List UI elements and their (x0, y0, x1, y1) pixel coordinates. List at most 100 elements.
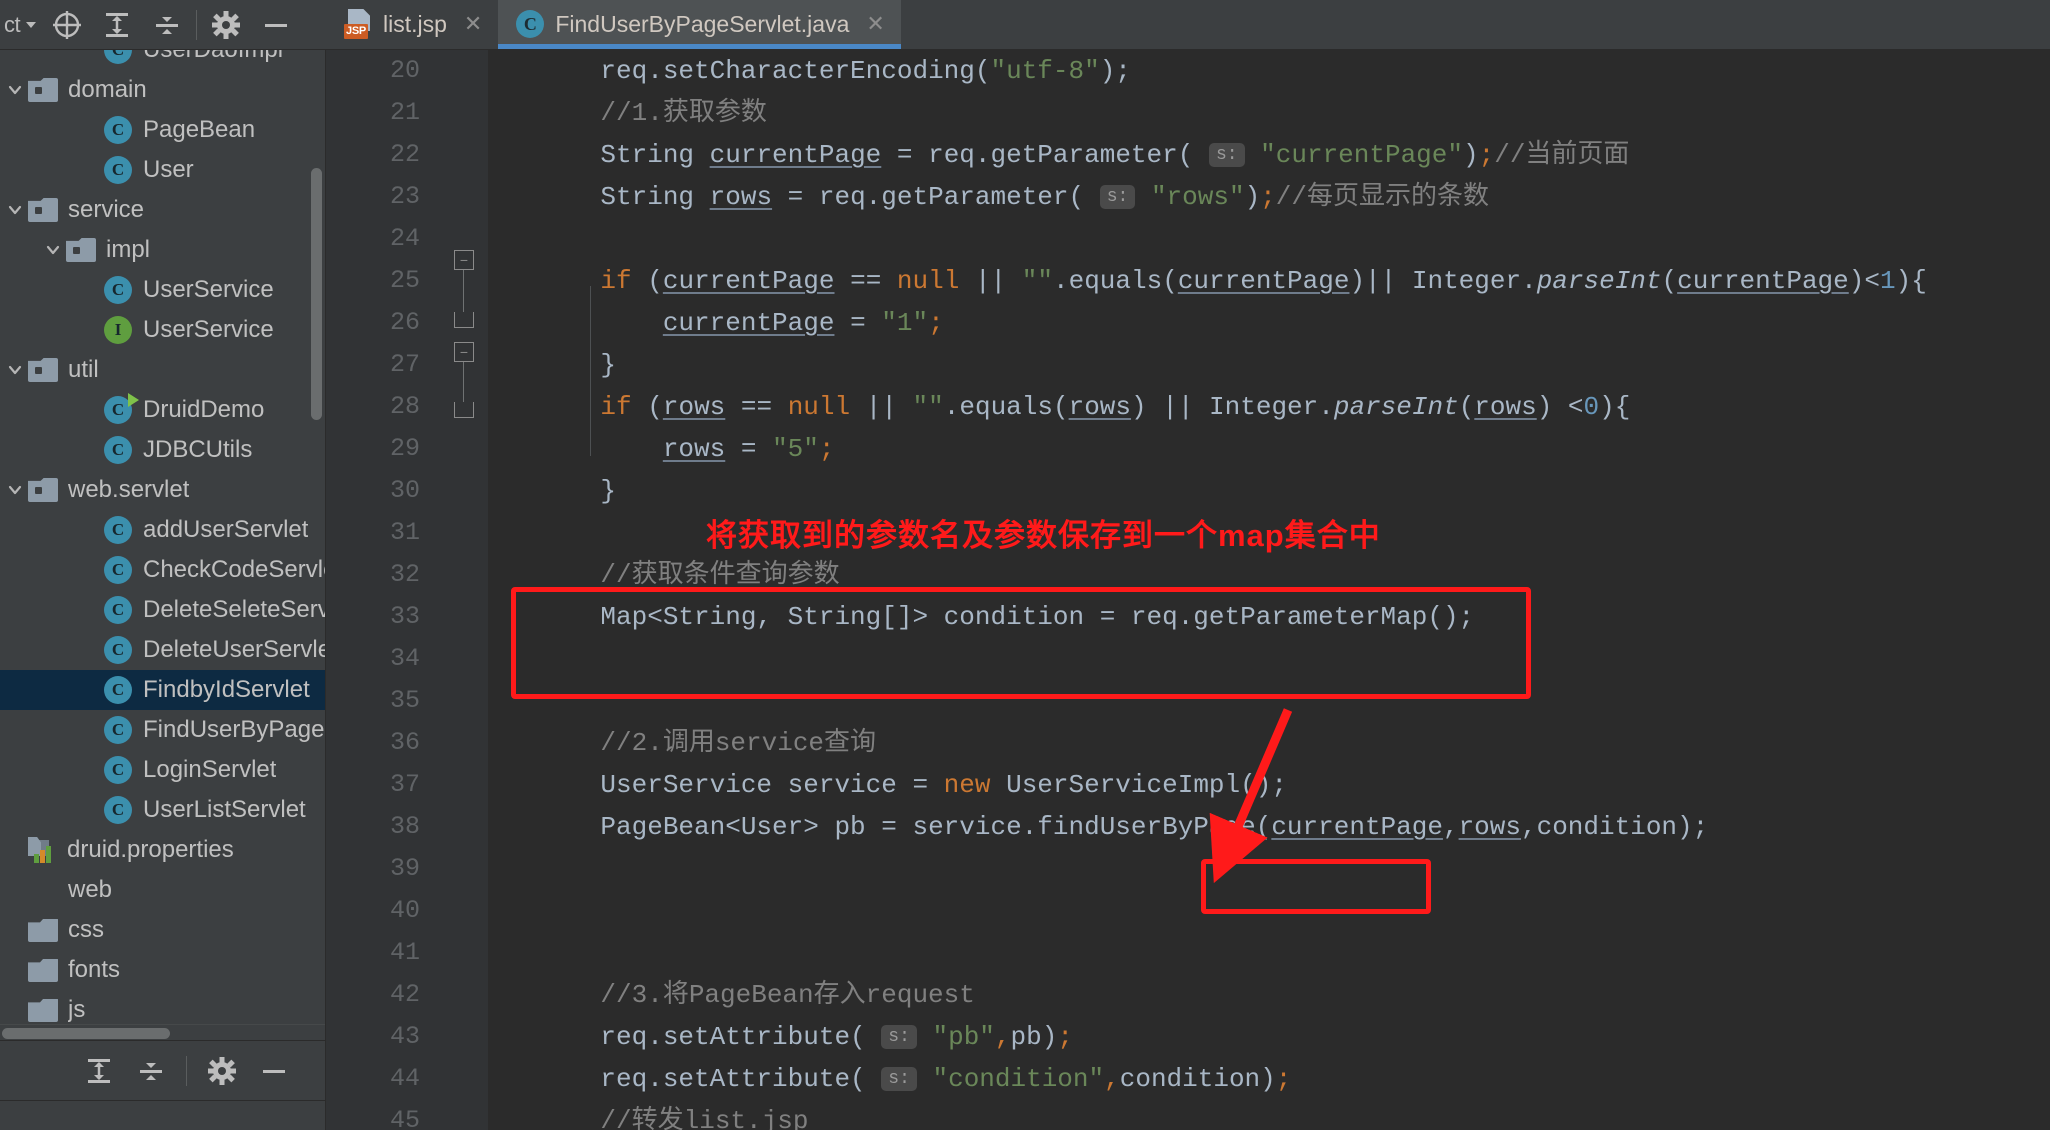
editor-tab-bar: JSP list.jsp ✕ C FindUserByPageServlet.j… (326, 0, 2050, 50)
tree-item-userservice[interactable]: I UserService (0, 310, 325, 350)
tree-item-druiddemo[interactable]: C DruidDemo (0, 390, 325, 430)
tree-item-adduserservlet[interactable]: CaddUserServlet (0, 510, 325, 550)
fold-marker[interactable] (454, 312, 474, 328)
line-number: 22 (389, 140, 420, 169)
code-line[interactable]: } (488, 344, 2050, 386)
line-number: 20 (389, 56, 420, 85)
minimize-icon[interactable] (251, 2, 301, 48)
tree-item-label: domain (68, 76, 147, 103)
folder-icon (28, 918, 58, 942)
tab-label: FindUserByPageServlet.java (555, 10, 850, 37)
code-line[interactable]: req.setAttribute( s: "condition",conditi… (488, 1058, 2050, 1100)
tree-item-checkcodeservlet[interactable]: C CheckCodeServlet (0, 550, 325, 590)
gear-icon[interactable] (197, 1048, 247, 1094)
gear-icon[interactable] (201, 2, 251, 48)
tree-item-util[interactable]: util (0, 350, 325, 390)
line-number: 27 (389, 350, 420, 379)
project-scope-label[interactable]: ct (2, 12, 21, 38)
java-class-icon: C (104, 756, 132, 784)
tree-item-userdaoimpl[interactable]: C UserDaoImpl (0, 50, 325, 70)
code-line[interactable]: } (488, 470, 2050, 512)
tree-item-label: FindUserByPageServlet (143, 716, 325, 743)
java-class-icon: C (104, 636, 132, 664)
chevron-down-icon[interactable] (2, 481, 28, 499)
ide-window: ct JSP list.jsp ✕ C FindUserByPageServle… (0, 0, 2050, 1130)
code-editor[interactable]: 20 21 22 23 24 25 26 27 28 29 30 31 32 33 34 35 36 37 38 39… (326, 50, 2050, 1130)
tree-item-js[interactable]: js (0, 990, 325, 1024)
chevron-down-icon[interactable] (2, 201, 28, 219)
project-tree[interactable]: C UserDaoImpl domain C PageBean C User service i… (0, 50, 325, 1024)
tree-item-pagebean[interactable]: C PageBean (0, 110, 325, 150)
chevron-down-icon[interactable] (20, 2, 42, 48)
annotation-note-text: 将获取到的参数名及参数保存到一个map集合中 (706, 518, 1381, 553)
tree-item-deleteseleteservlet[interactable]: C DeleteSeleteServlet (0, 590, 325, 630)
tree-item-service[interactable]: service (0, 190, 325, 230)
fold-marker[interactable] (454, 402, 474, 418)
chevron-down-icon[interactable] (2, 361, 28, 379)
tree-item-findbyidservlet[interactable]: C FindbyIdServlet (0, 670, 325, 710)
code-line[interactable]: rows = "5"; (488, 428, 2050, 470)
line-number: 41 (389, 938, 420, 967)
code-line[interactable]: req.setCharacterEncoding("utf-8"); (488, 50, 2050, 92)
tree-item-deleteuserservlet[interactable]: C DeleteUserServlet (0, 630, 325, 670)
code-line[interactable]: if (currentPage == null || "".equals(cur… (488, 260, 2050, 302)
code-line[interactable]: currentPage = "1"; (488, 302, 2050, 344)
code-line[interactable]: String currentPage = req.getParameter( s… (488, 134, 2050, 176)
tab-list-jsp[interactable]: JSP list.jsp ✕ (326, 0, 498, 49)
code-line[interactable]: req.setAttribute( s: "pb",pb); (488, 1016, 2050, 1058)
status-strip (0, 1100, 325, 1130)
line-number: 29 (389, 434, 420, 463)
fold-marker[interactable]: − (454, 250, 474, 270)
line-number: 26 (389, 308, 420, 337)
close-icon[interactable]: ✕ (464, 11, 482, 37)
expand-all-icon[interactable] (74, 1048, 124, 1094)
tree-item-label: JDBCUtils (143, 436, 253, 463)
line-number: 30 (389, 476, 420, 505)
fold-marker[interactable]: − (454, 342, 474, 362)
tree-item-impl[interactable]: impl (0, 230, 325, 270)
chevron-down-icon[interactable] (2, 81, 28, 99)
collapse-all-icon[interactable] (126, 1048, 176, 1094)
tree-item-druid-properties[interactable]: druid.properties (0, 830, 325, 870)
tree-item-label: DeleteUserServlet (143, 636, 325, 663)
tree-item-user[interactable]: C User (0, 150, 325, 190)
code-line[interactable]: //1.获取参数 (488, 92, 2050, 134)
code-line[interactable]: //转发list.jsp (488, 1100, 2050, 1130)
locate-icon[interactable] (42, 2, 92, 48)
tab-label: list.jsp (383, 10, 447, 37)
tree-horizontal-scrollbar-track[interactable] (0, 1024, 325, 1040)
tree-item-domain[interactable]: domain (0, 70, 325, 110)
tree-item-fonts[interactable]: fonts (0, 950, 325, 990)
line-number: 38 (389, 812, 420, 841)
chevron-down-icon[interactable] (40, 241, 66, 259)
tree-item-css[interactable]: css (0, 910, 325, 950)
collapse-all-icon[interactable] (142, 2, 192, 48)
line-number: 40 (389, 896, 420, 925)
tree-item-label: UserService (143, 276, 274, 303)
minimize-icon[interactable] (249, 1048, 299, 1094)
tree-item-loginservlet[interactable]: C LoginServlet (0, 750, 325, 790)
tree-vertical-scrollbar[interactable] (311, 168, 322, 420)
code-folding-gutter[interactable]: − − (446, 50, 488, 1130)
code-line[interactable]: //3.将PageBean存入request (488, 974, 2050, 1016)
expand-all-icon[interactable] (92, 2, 142, 48)
tree-item-jdbcutils[interactable]: C JDBCUtils (0, 430, 325, 470)
java-class-icon: C (104, 276, 132, 304)
tab-finduserbypageservlet-java[interactable]: C FindUserByPageServlet.java ✕ (498, 0, 902, 49)
code-line[interactable] (488, 218, 2050, 260)
java-interface-icon: I (104, 316, 132, 344)
tree-item-finduserbypageservlet[interactable]: C FindUserByPageServlet (0, 710, 325, 750)
tree-horizontal-scrollbar-thumb[interactable] (2, 1028, 170, 1039)
tree-item-web-servlet[interactable]: web.servlet (0, 470, 325, 510)
tree-item-userservice[interactable]: C UserService (0, 270, 325, 310)
code-line[interactable]: String rows = req.getParameter( s: "rows… (488, 176, 2050, 218)
tree-item-label: addUserServlet (143, 516, 309, 543)
code-line[interactable]: if (rows == null || "".equals(rows) || I… (488, 386, 2050, 428)
tree-item-label: LoginServlet (143, 756, 277, 783)
tree-item-web[interactable]: web (0, 870, 325, 910)
tree-item-label: FindbyIdServlet (143, 676, 310, 703)
java-class-icon: C (104, 556, 132, 584)
close-icon[interactable]: ✕ (866, 11, 884, 37)
tree-item-userlistservlet[interactable]: C UserListServlet (0, 790, 325, 830)
folder-icon (28, 958, 58, 982)
